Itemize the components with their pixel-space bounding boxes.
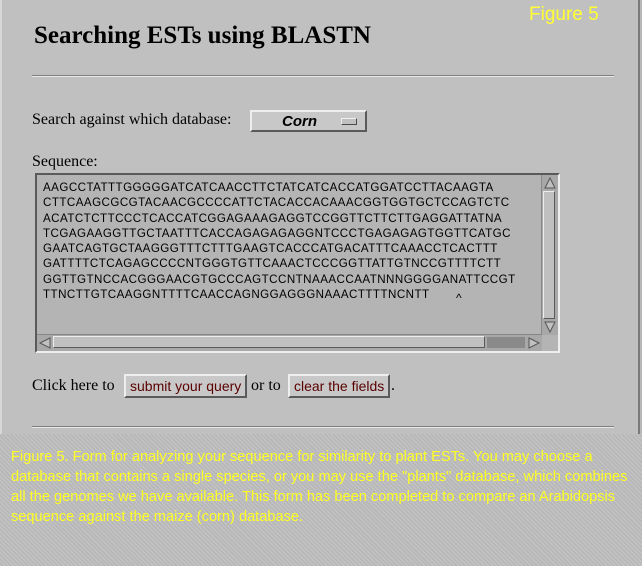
submit-query-button[interactable]: submit your query (124, 374, 248, 398)
sequence-textarea[interactable]: AAGCCTATTTGGGGGATCATCAACCTTCTATCATCACCAT… (35, 173, 560, 353)
bottom-divider (32, 426, 614, 428)
down-arrow-icon[interactable] (544, 321, 556, 334)
vertical-scrollbar[interactable] (541, 175, 558, 335)
database-label: Search against which database: (32, 111, 232, 128)
vertical-scroll-thumb[interactable] (543, 191, 555, 319)
page-title: Searching ESTs using BLASTN (34, 22, 371, 49)
figure-label: Figure 5 (529, 4, 599, 25)
database-select[interactable]: Corn (250, 110, 367, 132)
clear-fields-button[interactable]: clear the fields (288, 374, 391, 398)
option-menu-indicator-icon (341, 118, 357, 125)
actions-middle: or to (251, 377, 281, 394)
horizontal-scroll-position (487, 337, 525, 348)
top-divider (32, 75, 614, 77)
sequence-label: Sequence: (32, 153, 98, 170)
right-arrow-icon[interactable] (528, 337, 541, 349)
horizontal-scroll-thumb[interactable] (53, 336, 485, 348)
sequence-text: AAGCCTATTTGGGGGATCATCAACCTTCTATCATCACCAT… (43, 181, 516, 302)
actions-suffix: . (391, 377, 395, 394)
up-arrow-icon[interactable] (544, 176, 556, 189)
figure-caption: Figure 5. Form for analyzing your sequen… (11, 449, 628, 525)
database-selected-value: Corn (282, 113, 317, 130)
actions-prefix: Click here to (32, 377, 115, 394)
text-cursor-icon: ^ (456, 291, 462, 305)
horizontal-scrollbar[interactable] (37, 334, 542, 351)
form-panel: Figure 5 Searching ESTs using BLASTN Sea… (0, 0, 640, 434)
left-arrow-icon[interactable] (38, 337, 51, 349)
figure-caption-panel: Figure 5. Form for analyzing your sequen… (0, 434, 642, 566)
